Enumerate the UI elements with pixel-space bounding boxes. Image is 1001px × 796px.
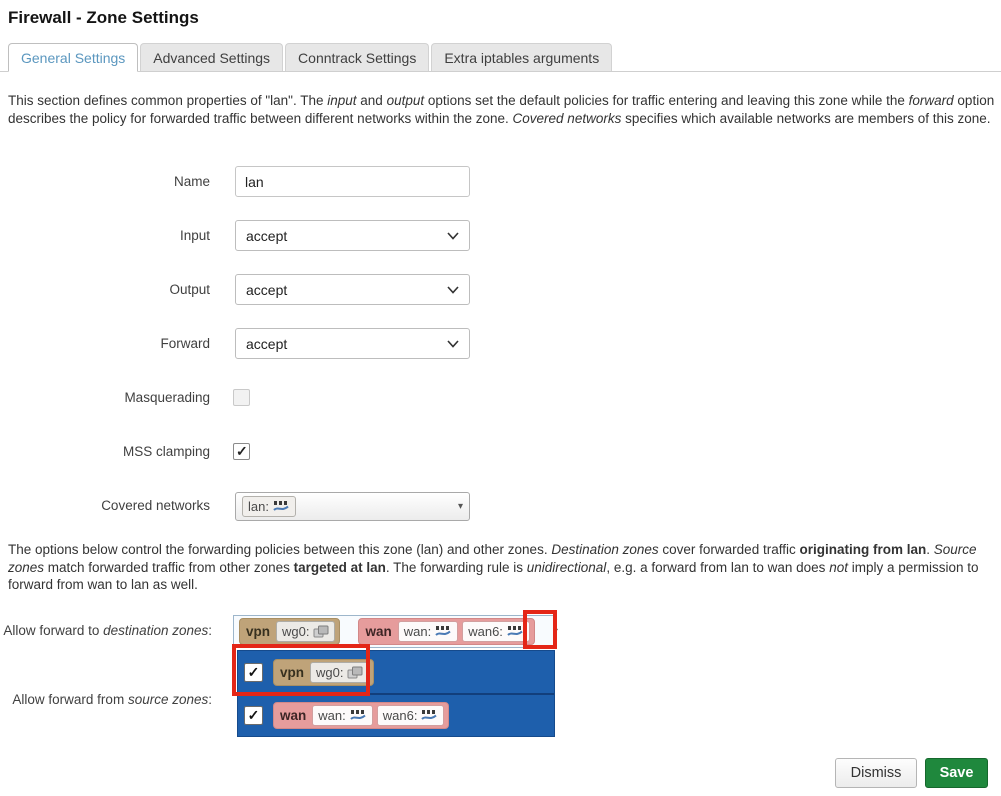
covered-networks-dropdown[interactable]: lan: ▾ — [235, 492, 470, 521]
vpn-option-checkbox[interactable]: ✓ — [244, 663, 263, 682]
dropdown-caret-icon: ▾ — [458, 501, 463, 512]
dest-zones-dropdown-panel: ✓ vpn wg0: ✓ wan wan: wan6: — [237, 650, 555, 737]
zone-tag-vpn: vpn wg0: — [273, 659, 374, 686]
input-row: Input accept — [0, 220, 470, 251]
save-button[interactable]: Save — [925, 758, 988, 788]
ethernet-icon — [507, 625, 524, 638]
forward-row: Forward accept — [0, 328, 470, 359]
tab-conntrack-settings[interactable]: Conntrack Settings — [285, 43, 429, 71]
input-select[interactable]: accept — [235, 220, 470, 251]
tab-bar: General Settings Advanced Settings Connt… — [0, 44, 1001, 72]
chevron-down-icon — [447, 286, 459, 294]
name-row: Name — [0, 166, 470, 197]
network-tag-wan: wan: — [398, 621, 458, 642]
dest-zones-multiselect[interactable]: vpn wg0: wan wan: wan6: ▾ — [233, 615, 555, 648]
wan-option-checkbox[interactable]: ✓ — [244, 706, 263, 725]
name-label: Name — [0, 166, 210, 197]
network-tag-wan6: wan6: — [462, 621, 530, 642]
network-tag-wan: wan: — [312, 705, 372, 726]
forward-select-value: accept — [246, 336, 287, 352]
network-tag-wg0-label: wg0: — [282, 624, 309, 639]
zone-tag-wan: wan wan: wan6: — [358, 618, 534, 645]
network-tag-lan-label: lan: — [248, 499, 269, 514]
chevron-down-icon — [447, 232, 459, 240]
zone-tag-wan: wan wan: wan6: — [273, 702, 449, 729]
forward-select[interactable]: accept — [235, 328, 470, 359]
masquerading-checkbox[interactable] — [233, 389, 250, 406]
zone-tag-wan-name: wan — [363, 624, 393, 639]
tab-general-settings[interactable]: General Settings — [8, 43, 138, 72]
dropdown-option-vpn[interactable]: ✓ vpn wg0: — [238, 651, 554, 693]
dest-zones-label: Allow forward to destination zones: — [0, 622, 212, 640]
dropdown-caret-icon: ▾ — [553, 626, 558, 637]
forwarding-description: The options below control the forwarding… — [8, 541, 995, 594]
ethernet-icon — [273, 500, 290, 513]
output-label: Output — [0, 274, 210, 305]
zone-tag-vpn-name: vpn — [244, 624, 272, 639]
output-select[interactable]: accept — [235, 274, 470, 305]
network-tag-wan-label: wan: — [404, 624, 431, 639]
name-input[interactable] — [235, 166, 470, 197]
output-row: Output accept — [0, 274, 470, 305]
output-select-value: accept — [246, 282, 287, 298]
chevron-down-icon — [447, 340, 459, 348]
dropdown-option-wan[interactable]: ✓ wan wan: wan6: — [238, 693, 554, 736]
input-select-value: accept — [246, 228, 287, 244]
ethernet-icon — [350, 709, 367, 722]
dest-zones-dropdown-arrow[interactable]: ▾ — [553, 618, 558, 645]
zone-tag-vpn-name: vpn — [278, 665, 306, 680]
ethernet-icon — [435, 625, 452, 638]
forward-label: Forward — [0, 328, 210, 359]
tab-extra-iptables-arguments[interactable]: Extra iptables arguments — [431, 43, 612, 71]
network-tag-wan-label: wan: — [318, 708, 345, 723]
tab-advanced-settings[interactable]: Advanced Settings — [140, 43, 283, 71]
input-label: Input — [0, 220, 210, 251]
zone-tag-vpn: vpn wg0: — [239, 618, 340, 645]
covered-networks-label: Covered networks — [0, 491, 210, 521]
network-tag-wg0: wg0: — [310, 662, 369, 683]
tunnel-icon — [313, 625, 329, 638]
mss-clamping-checkbox[interactable] — [233, 443, 250, 460]
masquerading-label: Masquerading — [0, 382, 210, 413]
network-tag-wan6: wan6: — [377, 705, 445, 726]
section-description: This section defines common properties o… — [8, 92, 995, 127]
mss-clamping-label: MSS clamping — [0, 436, 210, 467]
page-title: Firewall - Zone Settings — [8, 8, 199, 28]
tunnel-icon — [347, 666, 363, 679]
network-tag-wg0-label: wg0: — [316, 665, 343, 680]
firewall-zone-settings-page: Firewall - Zone Settings General Setting… — [0, 0, 1001, 796]
zone-tag-wan-name: wan — [278, 708, 308, 723]
network-tag-wan6-label: wan6: — [383, 708, 418, 723]
network-tag-lan: lan: — [242, 496, 296, 517]
src-zones-label: Allow forward from source zones: — [0, 691, 212, 709]
masquerading-row: Masquerading — [0, 382, 250, 413]
ethernet-icon — [421, 709, 438, 722]
covered-networks-row: Covered networks lan: ▾ — [0, 491, 470, 521]
mss-clamping-row: MSS clamping — [0, 436, 250, 467]
network-tag-wan6-label: wan6: — [468, 624, 503, 639]
dismiss-button[interactable]: Dismiss — [835, 758, 917, 788]
network-tag-wg0: wg0: — [276, 621, 335, 642]
